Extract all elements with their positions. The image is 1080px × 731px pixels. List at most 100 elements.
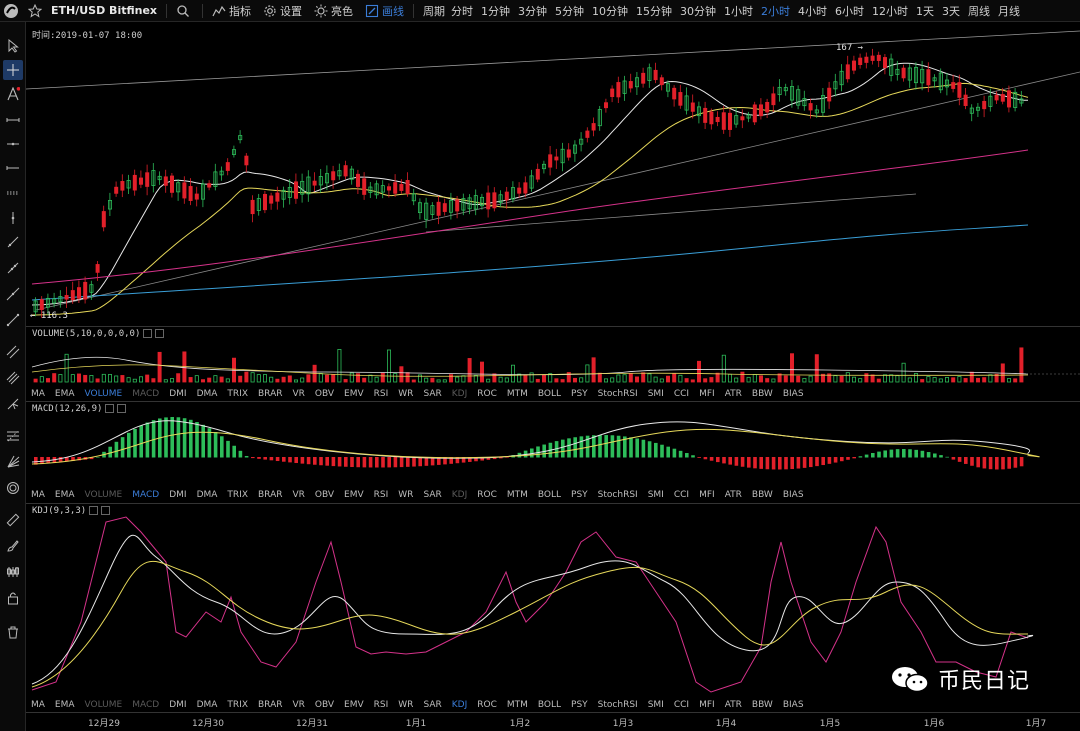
- ray-line-icon[interactable]: [3, 258, 23, 278]
- fibonacci-retracement-icon[interactable]: [3, 426, 23, 446]
- indicator-tab[interactable]: ATR: [720, 700, 747, 710]
- indicator-tab[interactable]: MFI: [694, 700, 720, 710]
- crosshair-icon[interactable]: [3, 60, 23, 80]
- indicator-tab[interactable]: ROC: [472, 389, 502, 399]
- indicator-tab[interactable]: MACD: [127, 700, 164, 710]
- indicator-tab[interactable]: VR: [287, 700, 309, 710]
- indicator-tab[interactable]: KDJ: [447, 490, 473, 500]
- indicator-tab[interactable]: BBW: [747, 700, 778, 710]
- indicator-tab[interactable]: BOLL: [533, 490, 566, 500]
- gann-fan-icon[interactable]: [3, 452, 23, 472]
- fibonacci-channel-icon[interactable]: [3, 368, 23, 388]
- indicator-tab[interactable]: BRAR: [253, 389, 287, 399]
- indicator-tab[interactable]: TRIX: [222, 389, 253, 399]
- indicator-tab[interactable]: OBV: [310, 490, 339, 500]
- candle-pattern-icon[interactable]: [3, 562, 23, 582]
- indicator-tab[interactable]: CCI: [669, 389, 694, 399]
- indicator-tab[interactable]: DMI: [164, 389, 191, 399]
- horizontal-ray-icon[interactable]: [3, 110, 23, 130]
- indicator-tab[interactable]: WR: [393, 700, 418, 710]
- indicator-tab[interactable]: ROC: [472, 700, 502, 710]
- indicator-tab[interactable]: PSY: [566, 490, 593, 500]
- horizontal-segment-icon[interactable]: [3, 158, 23, 178]
- indicator-tab[interactable]: ATR: [720, 389, 747, 399]
- indicator-tab[interactable]: SMI: [643, 700, 669, 710]
- favorite-star-icon[interactable]: [22, 0, 51, 22]
- indicator-tab[interactable]: EMV: [339, 700, 369, 710]
- indicator-tab[interactable]: WR: [393, 389, 418, 399]
- search-icon[interactable]: [170, 0, 199, 22]
- period-option[interactable]: 分时: [447, 3, 477, 19]
- indicator-tab[interactable]: EMA: [50, 389, 80, 399]
- indicator-tab[interactable]: SAR: [418, 389, 446, 399]
- indicator-tab[interactable]: OBV: [310, 700, 339, 710]
- indicator-tab[interactable]: OBV: [310, 389, 339, 399]
- indicator-tab[interactable]: VOLUME: [80, 389, 128, 399]
- settings-button[interactable]: 设置: [257, 0, 308, 22]
- indicator-tab[interactable]: VR: [287, 389, 309, 399]
- indicator-tab[interactable]: BOLL: [533, 700, 566, 710]
- period-option[interactable]: 10分钟: [588, 3, 632, 19]
- indicator-tab[interactable]: KDJ: [447, 700, 473, 710]
- pane-close-icon[interactable]: [155, 329, 165, 338]
- indicator-tab[interactable]: SMI: [643, 490, 669, 500]
- ruler-icon[interactable]: [3, 510, 23, 530]
- period-option[interactable]: 月线: [994, 3, 1024, 19]
- fibonacci-circle-icon[interactable]: [3, 478, 23, 498]
- indicator-tab[interactable]: BIAS: [778, 700, 809, 710]
- indicator-tab[interactable]: DMI: [164, 490, 191, 500]
- indicator-tab[interactable]: PSY: [566, 700, 593, 710]
- indicator-tab[interactable]: StochRSI: [593, 490, 643, 500]
- period-option[interactable]: 6小时: [831, 3, 868, 19]
- vertical-line-icon[interactable]: [3, 208, 23, 228]
- indicator-tab[interactable]: DMA: [192, 490, 223, 500]
- indicator-tab[interactable]: BIAS: [778, 389, 809, 399]
- indicator-tab[interactable]: EMV: [339, 490, 369, 500]
- indicator-tab[interactable]: DMA: [192, 389, 223, 399]
- indicator-tab[interactable]: MFI: [694, 490, 720, 500]
- indicator-tab[interactable]: ATR: [720, 490, 747, 500]
- pane-close-icon[interactable]: [117, 404, 127, 413]
- indicator-tab[interactable]: CCI: [669, 700, 694, 710]
- indicator-tab[interactable]: RSI: [369, 490, 394, 500]
- indicator-tab[interactable]: DMI: [164, 700, 191, 710]
- indicator-tab[interactable]: PSY: [566, 389, 593, 399]
- chart-canvas[interactable]: [26, 22, 1080, 731]
- period-option[interactable]: 1小时: [720, 3, 757, 19]
- chart-area[interactable]: 时间:2019-01-07 18:00 167 → ← 116.3 VOLUME…: [26, 22, 1080, 731]
- indicator-tab[interactable]: BBW: [747, 389, 778, 399]
- indicator-tab[interactable]: BOLL: [533, 389, 566, 399]
- period-option[interactable]: 周线: [964, 3, 994, 19]
- indicator-tab[interactable]: SMI: [643, 389, 669, 399]
- draw-button[interactable]: 画线: [359, 0, 410, 22]
- indicator-tab[interactable]: MTM: [502, 700, 533, 710]
- period-option[interactable]: 5分钟: [551, 3, 588, 19]
- indicator-tab[interactable]: RSI: [369, 700, 394, 710]
- pane-settings-icon[interactable]: [143, 329, 153, 338]
- indicator-tab[interactable]: KDJ: [447, 389, 473, 399]
- period-option[interactable]: 1分钟: [477, 3, 514, 19]
- indicator-tab[interactable]: TRIX: [222, 700, 253, 710]
- symbol-title[interactable]: ETH/USD Bitfinex: [51, 0, 163, 22]
- price-channel-icon[interactable]: [3, 182, 23, 202]
- indicator-tab[interactable]: MA: [26, 490, 50, 500]
- indicator-tab[interactable]: MACD: [127, 389, 164, 399]
- period-option[interactable]: 2小时: [757, 3, 794, 19]
- indicator-tab[interactable]: TRIX: [222, 490, 253, 500]
- theme-button[interactable]: 亮色: [308, 0, 359, 22]
- pitchfork-icon[interactable]: [3, 394, 23, 414]
- indicator-tab[interactable]: MTM: [502, 389, 533, 399]
- indicator-tab[interactable]: StochRSI: [593, 700, 643, 710]
- indicators-button[interactable]: 指标: [206, 0, 257, 22]
- segment-line-icon[interactable]: [3, 310, 23, 330]
- indicator-tab[interactable]: EMA: [50, 700, 80, 710]
- text-tool-icon[interactable]: [3, 84, 23, 104]
- trend-line-icon[interactable]: [3, 232, 23, 252]
- indicator-tab[interactable]: SAR: [418, 700, 446, 710]
- indicator-tab[interactable]: BRAR: [253, 490, 287, 500]
- indicator-tab[interactable]: WR: [393, 490, 418, 500]
- period-option[interactable]: 4小时: [794, 3, 831, 19]
- indicator-tab[interactable]: MFI: [694, 389, 720, 399]
- period-option[interactable]: 1天: [912, 3, 938, 19]
- indicator-tab[interactable]: VOLUME: [80, 700, 128, 710]
